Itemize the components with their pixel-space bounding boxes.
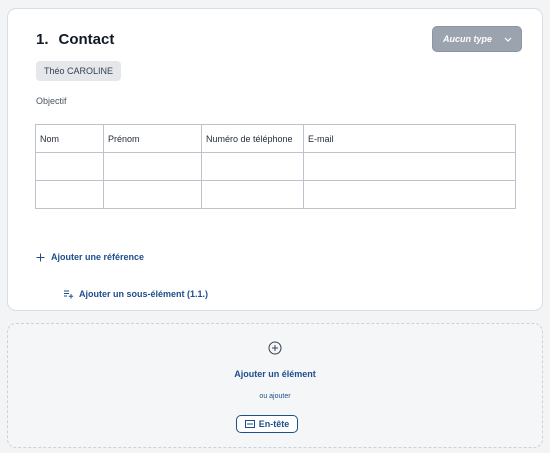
add-sub-element-link[interactable]: Ajouter un sous-élément (1.1.) (63, 289, 208, 299)
section-card: 1. Contact Aucun type Théo CAROLINE Obje… (7, 8, 543, 311)
section-title-text[interactable]: Contact (59, 31, 115, 48)
add-reference-link[interactable]: Ajouter une référence (36, 252, 144, 262)
table-cell[interactable] (303, 152, 516, 181)
table-cell[interactable] (35, 180, 104, 209)
objective-label[interactable]: Objectif (36, 96, 67, 106)
table-cell[interactable] (201, 180, 304, 209)
add-element-zone[interactable]: Ajouter un élément ou ajouter En-tête (7, 323, 543, 448)
section-number: 1. (36, 31, 49, 48)
header-icon (244, 420, 255, 428)
section-title: 1. Contact (36, 31, 114, 48)
column-header-email: E-mail (303, 124, 516, 153)
table-header-row: Nom Prénom Numéro de téléphone E-mail (35, 124, 516, 153)
table-cell[interactable] (103, 180, 202, 209)
table-row (35, 152, 516, 181)
column-header-nom: Nom (35, 124, 104, 153)
add-element-label[interactable]: Ajouter un élément (8, 369, 542, 379)
table-cell[interactable] (103, 152, 202, 181)
column-header-telephone: Numéro de téléphone (201, 124, 304, 153)
person-tag[interactable]: Théo CAROLINE (36, 61, 122, 81)
person-tag-label: Théo CAROLINE (44, 66, 114, 76)
add-sub-element-icon (64, 290, 74, 299)
or-add-label: ou ajouter (259, 393, 291, 400)
chevron-down-icon (504, 37, 512, 42)
type-select-value: Aucun type (443, 34, 493, 44)
contacts-table: Nom Prénom Numéro de téléphone E-mail (35, 124, 516, 209)
table-row (35, 180, 516, 209)
plus-icon (36, 253, 45, 261)
header-button[interactable]: En-tête (236, 415, 298, 433)
table-cell[interactable] (303, 180, 516, 209)
plus-circle-icon[interactable] (268, 341, 282, 355)
table-cell[interactable] (35, 152, 104, 181)
header-button-label: En-tête (258, 419, 290, 429)
type-select[interactable]: Aucun type (432, 26, 522, 52)
add-sub-element-label: Ajouter un sous-élément (1.1.) (79, 289, 209, 299)
table-cell[interactable] (201, 152, 304, 181)
column-header-prenom: Prénom (103, 124, 202, 153)
add-reference-label: Ajouter une référence (51, 252, 145, 262)
